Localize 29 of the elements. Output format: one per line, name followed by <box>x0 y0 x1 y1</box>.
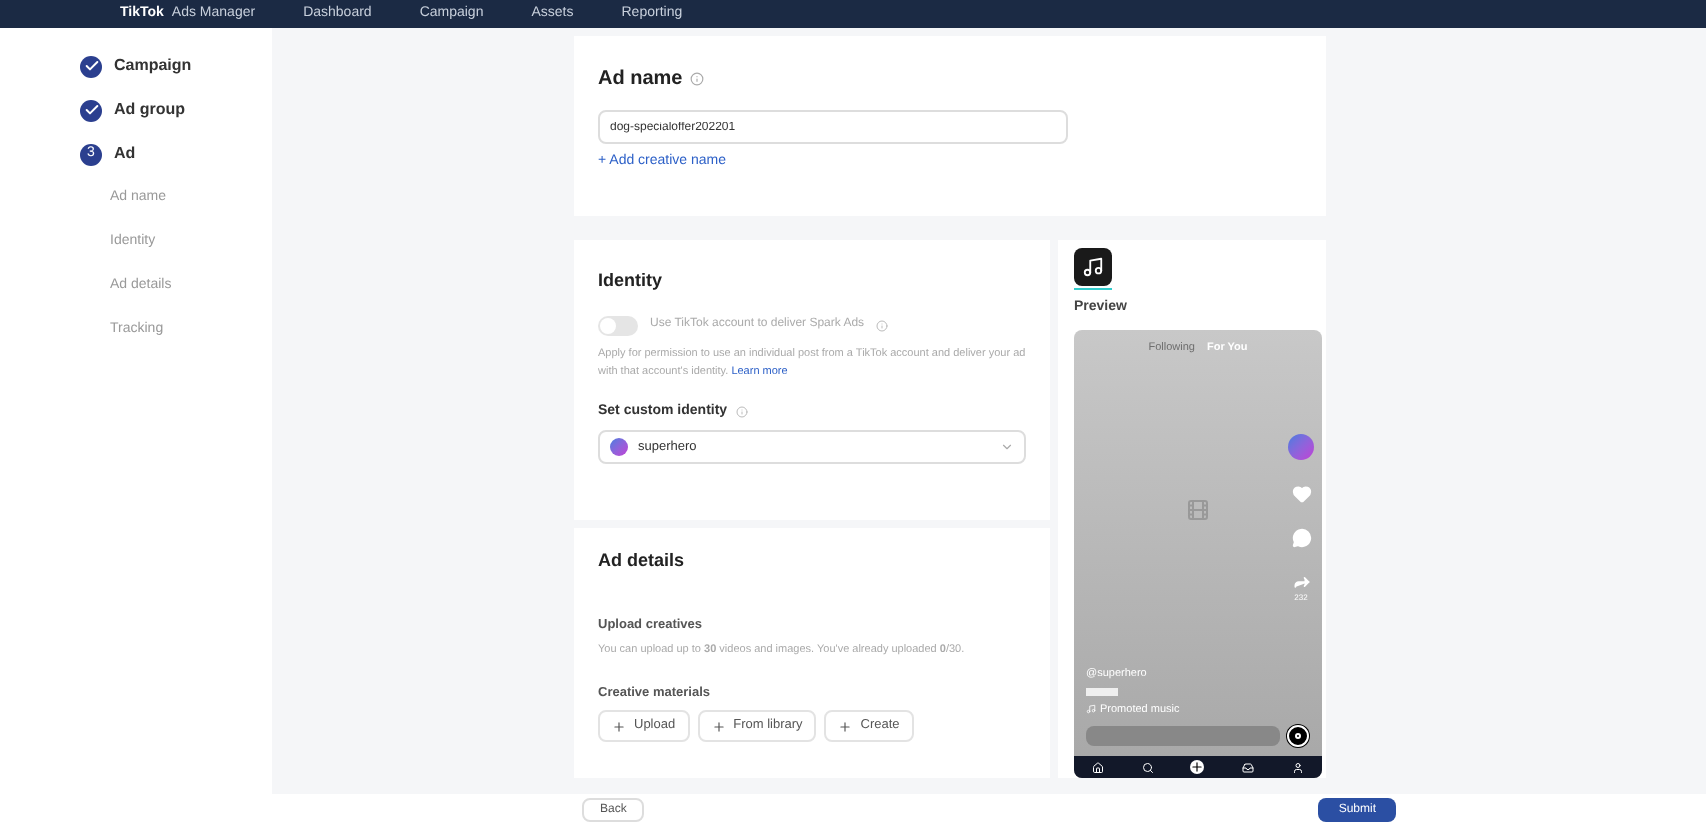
music-note-icon <box>1086 704 1096 715</box>
section-title: Ad name <box>598 66 683 94</box>
section-title: Identity <box>598 268 665 294</box>
video-placeholder-icon <box>1186 498 1210 523</box>
info-icon <box>735 405 748 418</box>
section-title: Ad details <box>598 548 687 574</box>
music-disc-icon <box>1286 724 1310 748</box>
avatar-icon <box>610 438 628 456</box>
inbox-icon <box>1242 761 1255 773</box>
home-icon <box>1092 761 1105 773</box>
comment-icon <box>1291 527 1311 547</box>
search-icon <box>1141 761 1154 773</box>
check-icon <box>80 55 102 77</box>
check-icon <box>80 99 102 121</box>
plus-icon <box>612 719 626 734</box>
step-link[interactable]: Campaign <box>114 54 192 78</box>
chevron-down-icon <box>1000 440 1014 454</box>
avatar-icon <box>1288 433 1314 459</box>
share-icon <box>1291 571 1311 591</box>
heart-icon <box>1291 483 1311 503</box>
plus-icon <box>1190 760 1205 774</box>
plus-icon <box>838 719 853 734</box>
info-icon <box>690 72 705 86</box>
step-link[interactable]: Ad <box>114 142 136 166</box>
step-link[interactable]: Ad group <box>114 98 186 122</box>
plus-icon <box>711 719 726 734</box>
spark-ads-toggle[interactable] <box>598 315 638 335</box>
info-icon <box>876 319 889 331</box>
profile-icon <box>1291 761 1304 773</box>
